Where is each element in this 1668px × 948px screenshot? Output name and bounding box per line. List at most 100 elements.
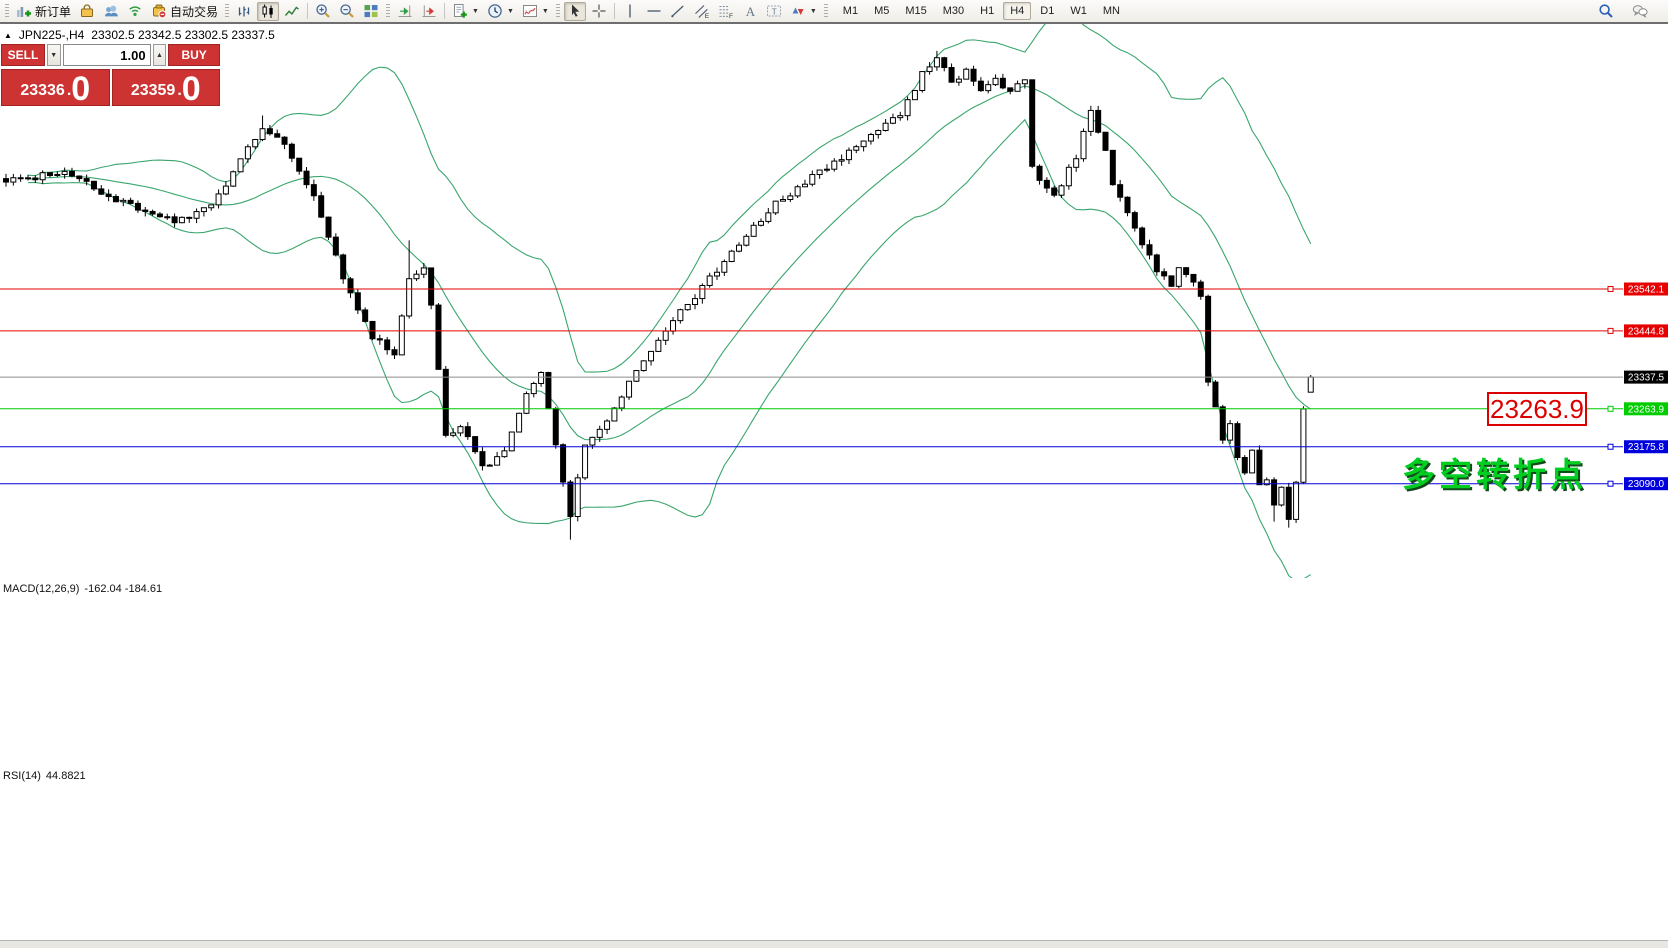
toolbar-grip[interactable]	[824, 4, 828, 19]
timeframe-mn-button[interactable]: MN	[1096, 2, 1127, 20]
bull-candle	[201, 208, 206, 212]
algo-trading-button[interactable]: 自动交易	[148, 2, 221, 21]
timeframes-menu-button[interactable]: ▼	[484, 2, 517, 21]
bear-candle	[1044, 180, 1049, 188]
macd-pane-label: MACD(12,26,9) -162.04 -184.61	[3, 583, 162, 595]
timeframe-m5-button[interactable]: M5	[867, 2, 896, 20]
tile-windows-button[interactable]	[360, 2, 382, 21]
horizontal-line-button[interactable]	[643, 2, 665, 21]
bear-candle	[1008, 88, 1013, 91]
vertical-line-button[interactable]	[619, 2, 641, 21]
bull-candle	[399, 316, 404, 355]
templates-button[interactable]: ▼	[449, 2, 482, 21]
line-handle[interactable]	[1608, 481, 1613, 486]
toolbar-grip[interactable]	[225, 4, 229, 19]
bear-candle	[385, 340, 390, 350]
bear-candle	[978, 81, 983, 90]
bollinger-bands	[28, 11, 1311, 581]
toolbar-grip[interactable]	[386, 4, 390, 19]
bear-candle	[326, 217, 331, 237]
chat-button[interactable]	[1629, 2, 1651, 21]
axis-price-flag-text: 23337.5	[1628, 373, 1665, 384]
text-button[interactable]: A	[739, 2, 761, 21]
sell-price-display[interactable]: 23336.0	[1, 69, 110, 106]
community-button[interactable]	[100, 2, 122, 21]
sell-button[interactable]: SELL	[1, 44, 45, 66]
timeframe-w1-button[interactable]: W1	[1063, 2, 1094, 20]
toolbar-separator	[444, 3, 445, 19]
indicators-button[interactable]: ▼	[519, 2, 552, 21]
axis-price-flag-text: 23090.0	[1628, 479, 1665, 490]
bear-candle	[942, 58, 947, 68]
chart-shift-button[interactable]	[418, 2, 440, 21]
bull-candle	[795, 187, 800, 196]
signals-button[interactable]	[124, 2, 146, 21]
bull-candle	[40, 173, 45, 180]
turning-point-annotation[interactable]: 多空转折点	[1402, 448, 1587, 496]
volume-decrease-button[interactable]: ▼	[47, 44, 61, 66]
bull-candle	[55, 174, 60, 175]
bull-candle	[641, 361, 646, 371]
timeframe-toolbar: M1M5M15M30H1H4D1W1MN	[835, 2, 1128, 20]
bull-candle	[1301, 409, 1306, 482]
auto-scroll-button[interactable]	[394, 2, 416, 21]
bear-candle	[150, 211, 155, 214]
bear-candle	[1286, 487, 1291, 519]
line-handle[interactable]	[1608, 286, 1613, 291]
volume-increase-button[interactable]: ▲	[153, 44, 167, 66]
fibonacci-button[interactable]: F	[715, 2, 737, 21]
equidistant-channel-button[interactable]: E	[691, 2, 713, 21]
arrow-shapes-button[interactable]: ▼	[787, 2, 820, 21]
timeframe-m15-button[interactable]: M15	[898, 2, 933, 20]
bear-candle	[77, 176, 82, 179]
bear-candle	[971, 69, 976, 81]
bull-candle	[883, 123, 888, 130]
new-order-button[interactable]: 新订单	[13, 2, 74, 21]
line-handle[interactable]	[1608, 328, 1613, 333]
bar-chart-button[interactable]	[233, 2, 255, 21]
bull-candle	[986, 85, 991, 91]
bear-candle	[1132, 213, 1137, 228]
candlestick-chart-button[interactable]	[257, 2, 279, 21]
toolbar-grip[interactable]	[556, 4, 560, 19]
trendline-button[interactable]	[667, 2, 689, 21]
volume-input[interactable]	[63, 44, 151, 66]
bull-candle	[597, 429, 602, 437]
bear-candle	[392, 350, 397, 355]
timeframe-h1-button[interactable]: H1	[973, 2, 1001, 20]
main-toolbar: 新订单 自动交易 ▼ ▼ ▼ E F A T ▼	[0, 0, 1668, 24]
timeframe-m30-button[interactable]: M30	[936, 2, 971, 20]
line-handle[interactable]	[1608, 406, 1613, 411]
buy-price-pip: 0	[182, 76, 201, 104]
market-button[interactable]	[76, 2, 98, 21]
bull-candle	[758, 221, 763, 225]
buy-button[interactable]: BUY	[168, 44, 220, 66]
bull-candle	[458, 427, 463, 433]
line-chart-button[interactable]	[281, 2, 303, 21]
bull-candle	[1250, 450, 1255, 473]
zoom-in-button[interactable]	[312, 2, 334, 21]
bull-candle	[898, 116, 903, 118]
bear-candle	[289, 144, 294, 158]
buy-price-display[interactable]: 23359.0	[112, 69, 221, 106]
price-callout-label[interactable]: 23263.9	[1487, 392, 1587, 426]
timeframe-h4-button[interactable]: H4	[1003, 2, 1031, 20]
bear-candle	[84, 179, 89, 182]
bull-candle	[817, 170, 822, 174]
toolbar-grip[interactable]	[5, 4, 9, 19]
cursor-button[interactable]	[564, 2, 586, 21]
bull-candle	[487, 465, 492, 466]
timeframe-m1-button[interactable]: M1	[836, 2, 865, 20]
line-handle[interactable]	[1608, 444, 1613, 449]
text-label-button[interactable]: T	[763, 2, 785, 21]
bear-candle	[949, 68, 954, 83]
zoom-out-button[interactable]	[336, 2, 358, 21]
collapse-triangle-icon[interactable]: ▲	[4, 31, 12, 40]
timeframe-d1-button[interactable]: D1	[1033, 2, 1061, 20]
crosshair-button[interactable]	[588, 2, 610, 21]
axis-price-flag-text: 23175.8	[1628, 442, 1665, 453]
search-button[interactable]	[1595, 2, 1617, 21]
bull-candle	[231, 172, 236, 186]
bear-candle	[275, 134, 280, 137]
bull-candle	[744, 236, 749, 245]
